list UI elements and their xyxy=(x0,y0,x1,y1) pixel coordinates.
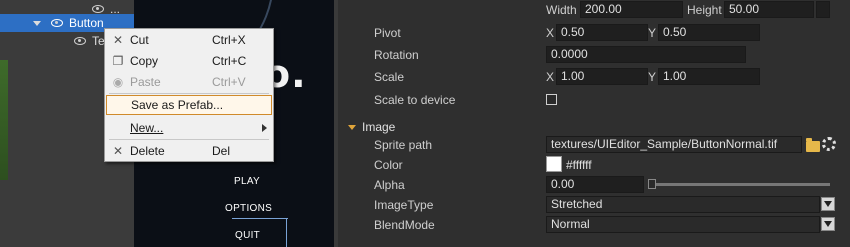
menu-item-paste: ◉ Paste Ctrl+V xyxy=(106,72,272,92)
height-label: Height xyxy=(687,3,722,17)
height-field[interactable]: 50.00 xyxy=(724,1,814,18)
menu-item-save-as-prefab[interactable]: Save as Prefab... xyxy=(106,95,272,115)
blend-mode-select[interactable]: Normal xyxy=(546,216,820,233)
scale-y-label: Y xyxy=(648,70,657,84)
delete-icon: ✕ xyxy=(112,144,124,158)
width-label: Width xyxy=(546,3,577,17)
viewport-menu-play: PLAY xyxy=(234,176,261,187)
hierarchy-item-label: Te xyxy=(92,34,105,48)
hierarchy-item-label: Button xyxy=(69,16,104,30)
pivot-x-field[interactable]: 0.50 xyxy=(556,24,648,41)
pivot-y-field[interactable]: 0.50 xyxy=(658,24,760,41)
viewport-menu-options: OPTIONS xyxy=(225,203,273,214)
menu-separator xyxy=(109,139,269,140)
expand-arrow-icon[interactable] xyxy=(33,20,41,26)
visibility-eye-icon[interactable] xyxy=(74,37,86,45)
width-field[interactable]: 200.00 xyxy=(580,1,683,18)
menu-item-label: Copy xyxy=(130,54,159,68)
color-value: #ffffff xyxy=(566,158,592,172)
menu-item-cut[interactable]: ✕ Cut Ctrl+X xyxy=(106,30,272,50)
menu-item-label: Save as Prefab... xyxy=(131,98,224,112)
pivot-label: Pivot xyxy=(374,26,401,40)
menu-item-shortcut: Del xyxy=(212,144,231,158)
menu-item-shortcut: Ctrl+X xyxy=(212,33,246,47)
alpha-field[interactable]: 0.00 xyxy=(546,176,644,193)
chevron-down-icon[interactable] xyxy=(821,217,835,231)
sprite-path-label: Sprite path xyxy=(374,138,433,152)
rotation-label: Rotation xyxy=(374,48,419,62)
scale-to-device-checkbox[interactable] xyxy=(546,94,557,105)
rotation-field[interactable]: 0.0000 xyxy=(546,46,746,63)
folder-icon[interactable] xyxy=(806,138,820,152)
menu-item-delete[interactable]: ✕ Delete Del xyxy=(106,141,272,161)
pivot-x-label: X xyxy=(546,26,555,40)
viewport-menu-quit: QUIT xyxy=(235,230,261,241)
inspector-panel: Width 200.00 Height 50.00 Pivot X 0.50 Y… xyxy=(338,0,850,247)
cut-icon: ✕ xyxy=(112,33,124,47)
chevron-down-icon[interactable] xyxy=(821,197,835,211)
menu-item-new[interactable]: New... xyxy=(106,118,272,138)
menu-item-label: Delete xyxy=(130,144,165,158)
menu-item-label: Cut xyxy=(130,33,149,47)
height-spinner[interactable] xyxy=(816,1,830,18)
gear-icon[interactable] xyxy=(822,137,836,151)
section-collapse-arrow-icon[interactable] xyxy=(348,125,356,131)
visibility-eye-icon[interactable] xyxy=(51,19,63,27)
color-swatch[interactable] xyxy=(546,156,562,172)
paste-icon: ◉ xyxy=(112,75,124,89)
menu-item-shortcut: Ctrl+C xyxy=(212,54,247,68)
color-label: Color xyxy=(374,158,403,172)
scale-label: Scale xyxy=(374,70,405,84)
submenu-arrow-icon xyxy=(262,124,267,132)
scene-background-strip xyxy=(0,60,8,180)
menu-item-copy[interactable]: ❐ Copy Ctrl+C xyxy=(106,51,272,71)
selection-frame-top xyxy=(232,218,288,219)
selection-frame-side xyxy=(286,218,290,247)
menu-item-label: New... xyxy=(130,121,164,135)
scale-y-field[interactable]: 1.00 xyxy=(658,68,760,85)
context-menu: ✕ Cut Ctrl+X ❐ Copy Ctrl+C ◉ Paste Ctrl+… xyxy=(104,28,274,162)
menu-separator xyxy=(109,93,269,94)
blend-mode-label: BlendMode xyxy=(374,218,435,232)
pivot-y-label: Y xyxy=(648,26,657,40)
image-type-select[interactable]: Stretched xyxy=(546,196,820,213)
alpha-slider-knob[interactable] xyxy=(648,179,656,189)
scale-x-label: X xyxy=(546,70,555,84)
visibility-eye-icon[interactable] xyxy=(92,5,104,13)
image-section-title: Image xyxy=(362,120,396,134)
image-type-label: ImageType xyxy=(374,198,434,212)
image-section-header[interactable]: Image xyxy=(348,120,395,134)
sprite-path-field[interactable]: textures/UIEditor_Sample/ButtonNormal.ti… xyxy=(546,136,802,153)
scale-to-device-label: Scale to device xyxy=(374,93,456,107)
menu-item-label: Paste xyxy=(130,75,161,89)
menu-item-shortcut: Ctrl+V xyxy=(212,75,246,89)
copy-icon: ❐ xyxy=(112,54,124,68)
alpha-label: Alpha xyxy=(374,178,405,192)
alpha-slider-track[interactable] xyxy=(648,183,830,186)
scale-x-field[interactable]: 1.00 xyxy=(556,68,648,85)
